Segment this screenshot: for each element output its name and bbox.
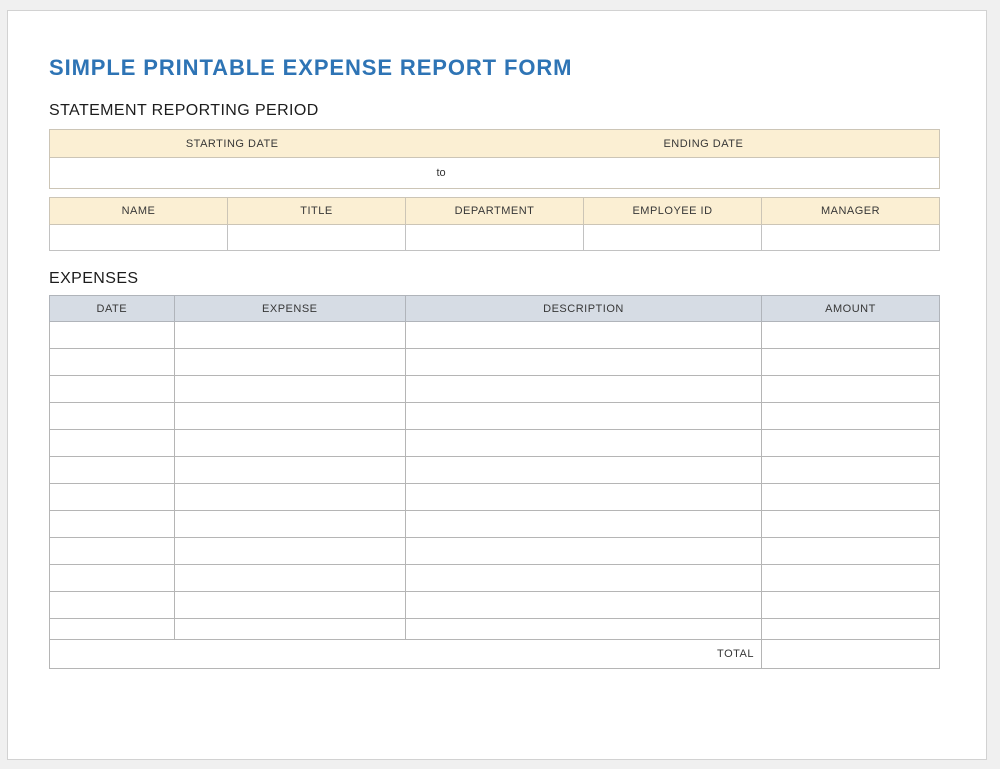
expense-table-body [50,322,940,640]
expense-row [50,349,940,376]
expense-date-cell[interactable] [50,430,175,457]
expense-description-cell[interactable] [405,619,761,640]
period-header-spacer [414,130,467,158]
expense-date-cell[interactable] [50,592,175,619]
expense-description-cell[interactable] [405,430,761,457]
employee-info-table: NAME TITLE DEPARTMENT EMPLOYEE ID MANAGE… [49,197,940,251]
expense-amount-cell[interactable] [761,565,939,592]
expense-row [50,619,940,640]
employee-header-employee-id: EMPLOYEE ID [584,198,762,225]
expense-description-cell[interactable] [405,403,761,430]
expense-description-cell[interactable] [405,538,761,565]
employee-value-row [50,225,940,251]
expense-description-cell[interactable] [405,511,761,538]
expense-name-cell[interactable] [174,619,405,640]
page-title: SIMPLE PRINTABLE EXPENSE REPORT FORM [49,55,940,81]
expense-description-cell[interactable] [405,592,761,619]
expense-name-cell[interactable] [174,349,405,376]
statement-section-heading: STATEMENT REPORTING PERIOD [49,101,940,120]
expense-date-cell[interactable] [50,403,175,430]
total-label: TOTAL [50,640,762,669]
expenses-table: DATE EXPENSE DESCRIPTION AMOUNT [49,295,940,669]
department-cell[interactable] [406,225,584,251]
expense-date-cell[interactable] [50,511,175,538]
expense-amount-cell[interactable] [761,619,939,640]
expense-name-cell[interactable] [174,538,405,565]
expense-description-cell[interactable] [405,457,761,484]
expenses-header-expense: EXPENSE [174,296,405,322]
expense-amount-cell[interactable] [761,322,939,349]
period-separator: to [414,158,467,189]
expense-description-cell[interactable] [405,322,761,349]
period-value-row: to [50,158,940,189]
expense-description-cell[interactable] [405,565,761,592]
expense-name-cell[interactable] [174,565,405,592]
expense-name-cell[interactable] [174,322,405,349]
expense-row [50,430,940,457]
starting-date-cell[interactable] [50,158,415,189]
expenses-header-row: DATE EXPENSE DESCRIPTION AMOUNT [50,296,940,322]
expense-row [50,403,940,430]
expense-row [50,511,940,538]
ending-date-cell[interactable] [468,158,940,189]
expense-description-cell[interactable] [405,376,761,403]
expense-amount-cell[interactable] [761,349,939,376]
employee-header-row: NAME TITLE DEPARTMENT EMPLOYEE ID MANAGE… [50,198,940,225]
expense-name-cell[interactable] [174,511,405,538]
expense-row [50,538,940,565]
expense-date-cell[interactable] [50,565,175,592]
name-cell[interactable] [50,225,228,251]
expense-name-cell[interactable] [174,592,405,619]
expense-date-cell[interactable] [50,484,175,511]
expense-amount-cell[interactable] [761,457,939,484]
expense-description-cell[interactable] [405,484,761,511]
expenses-section-heading: EXPENSES [49,269,940,288]
expense-row [50,457,940,484]
expense-name-cell[interactable] [174,457,405,484]
expense-row [50,376,940,403]
expense-date-cell[interactable] [50,538,175,565]
expense-row [50,565,940,592]
expense-amount-cell[interactable] [761,484,939,511]
employee-id-cell[interactable] [584,225,762,251]
employee-header-title: TITLE [228,198,406,225]
expense-amount-cell[interactable] [761,511,939,538]
expenses-total-row: TOTAL [50,640,940,669]
period-header-ending-date: ENDING DATE [468,130,940,158]
period-header-row: STARTING DATE ENDING DATE [50,130,940,158]
expense-amount-cell[interactable] [761,376,939,403]
expense-date-cell[interactable] [50,376,175,403]
expense-amount-cell[interactable] [761,430,939,457]
expense-amount-cell[interactable] [761,592,939,619]
expense-name-cell[interactable] [174,484,405,511]
title-cell[interactable] [228,225,406,251]
employee-header-department: DEPARTMENT [406,198,584,225]
document-page: SIMPLE PRINTABLE EXPENSE REPORT FORM STA… [7,10,987,760]
expense-row [50,592,940,619]
page-content: SIMPLE PRINTABLE EXPENSE REPORT FORM STA… [8,55,986,669]
expense-date-cell[interactable] [50,619,175,640]
expense-row [50,322,940,349]
expense-amount-cell[interactable] [761,538,939,565]
period-header-starting-date: STARTING DATE [50,130,415,158]
expense-amount-cell[interactable] [761,403,939,430]
screen-background: SIMPLE PRINTABLE EXPENSE REPORT FORM STA… [0,0,1000,769]
manager-cell[interactable] [762,225,940,251]
expense-row [50,484,940,511]
expense-date-cell[interactable] [50,457,175,484]
expenses-header-description: DESCRIPTION [405,296,761,322]
expenses-header-amount: AMOUNT [761,296,939,322]
reporting-period-table: STARTING DATE ENDING DATE to [49,129,940,189]
expenses-header-date: DATE [50,296,175,322]
employee-header-name: NAME [50,198,228,225]
expense-date-cell[interactable] [50,349,175,376]
expense-name-cell[interactable] [174,430,405,457]
total-amount-cell[interactable] [761,640,939,669]
employee-header-manager: MANAGER [762,198,940,225]
expense-name-cell[interactable] [174,403,405,430]
expense-name-cell[interactable] [174,376,405,403]
expense-description-cell[interactable] [405,349,761,376]
expense-date-cell[interactable] [50,322,175,349]
